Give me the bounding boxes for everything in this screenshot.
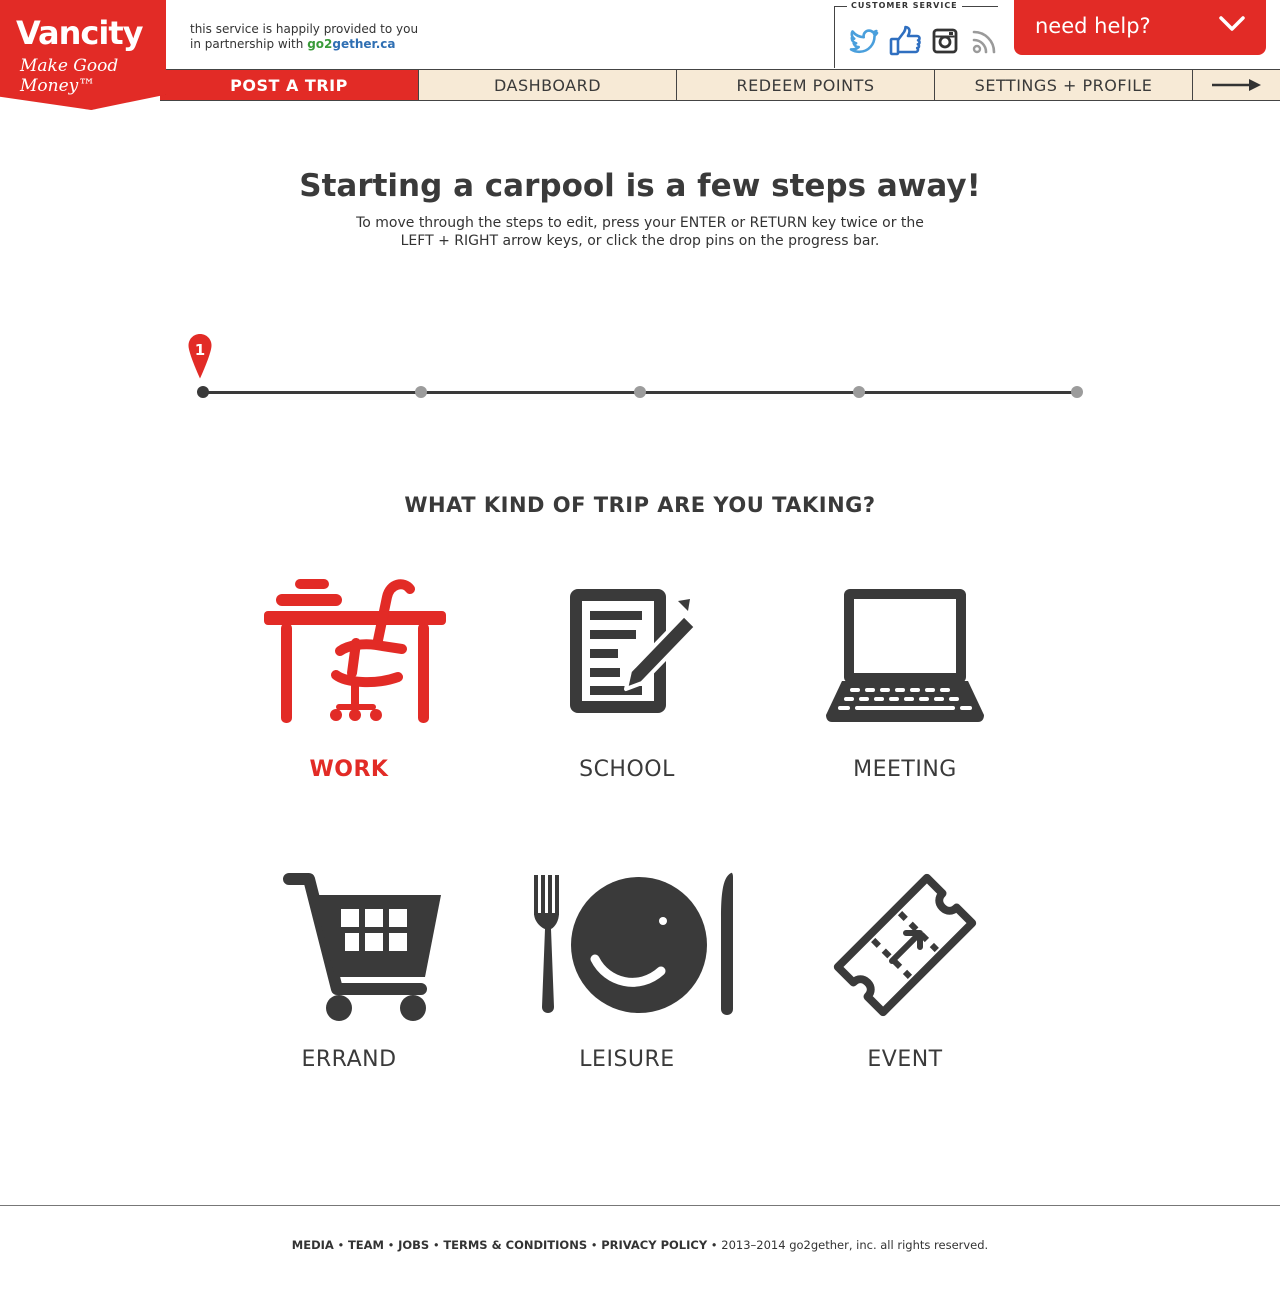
progress-step-pin[interactable]: [1071, 386, 1083, 398]
current-step-marker[interactable]: 1: [188, 332, 216, 382]
current-step-number: 1: [194, 341, 206, 359]
partner-note: this service is happily provided to you …: [190, 22, 418, 52]
page-title: Starting a carpool is a few steps away!: [299, 168, 981, 204]
trip-option-school[interactable]: SCHOOL: [507, 575, 747, 782]
progress-step-pin[interactable]: [415, 386, 427, 398]
footer: MEDIA • TEAM • JOBS • TERMS & CONDITIONS…: [291, 1238, 989, 1252]
customer-service-box: CUSTOMER SERVICE: [834, 1, 1001, 68]
footer-link-privacy[interactable]: PRIVACY POLICY: [601, 1238, 707, 1252]
copyright-text: 2013–2014 go2gether, inc. all rights res…: [721, 1238, 989, 1252]
nav-dashboard[interactable]: DASHBOARD: [419, 70, 677, 100]
customer-service-label: CUSTOMER SERVICE: [847, 1, 962, 10]
main-nav: POST A TRIP DASHBOARD REDEEM POINTS SETT…: [160, 69, 1280, 101]
footer-link-media[interactable]: MEDIA: [292, 1238, 334, 1252]
trip-option-label: LEISURE: [579, 1047, 675, 1072]
thumbs-up-icon[interactable]: [889, 25, 921, 57]
trip-option-work[interactable]: WORK: [229, 575, 469, 782]
logo-tagline: Make Good Money™: [20, 56, 119, 96]
footer-link-jobs[interactable]: JOBS: [398, 1238, 429, 1252]
nav-redeem-points[interactable]: REDEEM POINTS: [677, 70, 935, 100]
progress-step-pin[interactable]: [634, 386, 646, 398]
trip-option-errand[interactable]: ERRAND: [229, 865, 469, 1072]
need-help-button[interactable]: need help?: [1014, 0, 1266, 55]
instagram-icon[interactable]: [929, 25, 961, 57]
plate-cutlery-icon: [534, 872, 733, 1015]
partner-line-1: this service is happily provided to you: [190, 22, 419, 36]
partner-line-2: in partnership with: [190, 37, 304, 51]
desk-chair-icon: [264, 579, 446, 723]
footer-link-terms[interactable]: TERMS & CONDITIONS: [443, 1238, 587, 1252]
chevron-down-icon: [1219, 16, 1245, 31]
trip-option-label: MEETING: [853, 757, 957, 782]
shopping-cart-icon: [283, 873, 441, 1021]
go2gether-link[interactable]: go2gether.ca: [307, 37, 395, 51]
progress-step-pin[interactable]: [197, 386, 209, 398]
ticket-icon: [833, 873, 977, 1017]
twitter-icon[interactable]: [849, 25, 881, 57]
nav-settings-profile[interactable]: SETTINGS + PROFILE: [935, 70, 1193, 100]
progress-step-pin[interactable]: [853, 386, 865, 398]
footer-link-team[interactable]: TEAM: [348, 1238, 384, 1252]
laptop-icon: [826, 589, 984, 722]
trip-option-event[interactable]: EVENT: [785, 865, 1025, 1072]
nav-post-a-trip[interactable]: POST A TRIP: [160, 70, 419, 100]
nav-next-arrow-icon[interactable]: [1193, 70, 1280, 100]
rss-icon[interactable]: [969, 25, 1001, 57]
document-pencil-icon: [570, 589, 698, 713]
trip-option-label: SCHOOL: [579, 757, 675, 782]
trip-question: WHAT KIND OF TRIP ARE YOU TAKING?: [404, 493, 876, 517]
trip-option-leisure[interactable]: LEISURE: [507, 865, 747, 1072]
need-help-label: need help?: [1035, 14, 1151, 38]
progress-bar: 1: [188, 330, 1090, 410]
footer-divider: [0, 1205, 1280, 1206]
trip-option-label: ERRAND: [301, 1047, 397, 1072]
trip-option-label: EVENT: [867, 1047, 943, 1072]
vancity-logo[interactable]: Vancity Make Good Money™: [0, 0, 166, 110]
trip-option-meeting[interactable]: MEETING: [785, 575, 1025, 782]
trip-option-label: WORK: [309, 757, 389, 782]
instructions-text: To move through the steps to edit, press…: [356, 215, 924, 249]
logo-name: Vancity: [16, 14, 143, 52]
